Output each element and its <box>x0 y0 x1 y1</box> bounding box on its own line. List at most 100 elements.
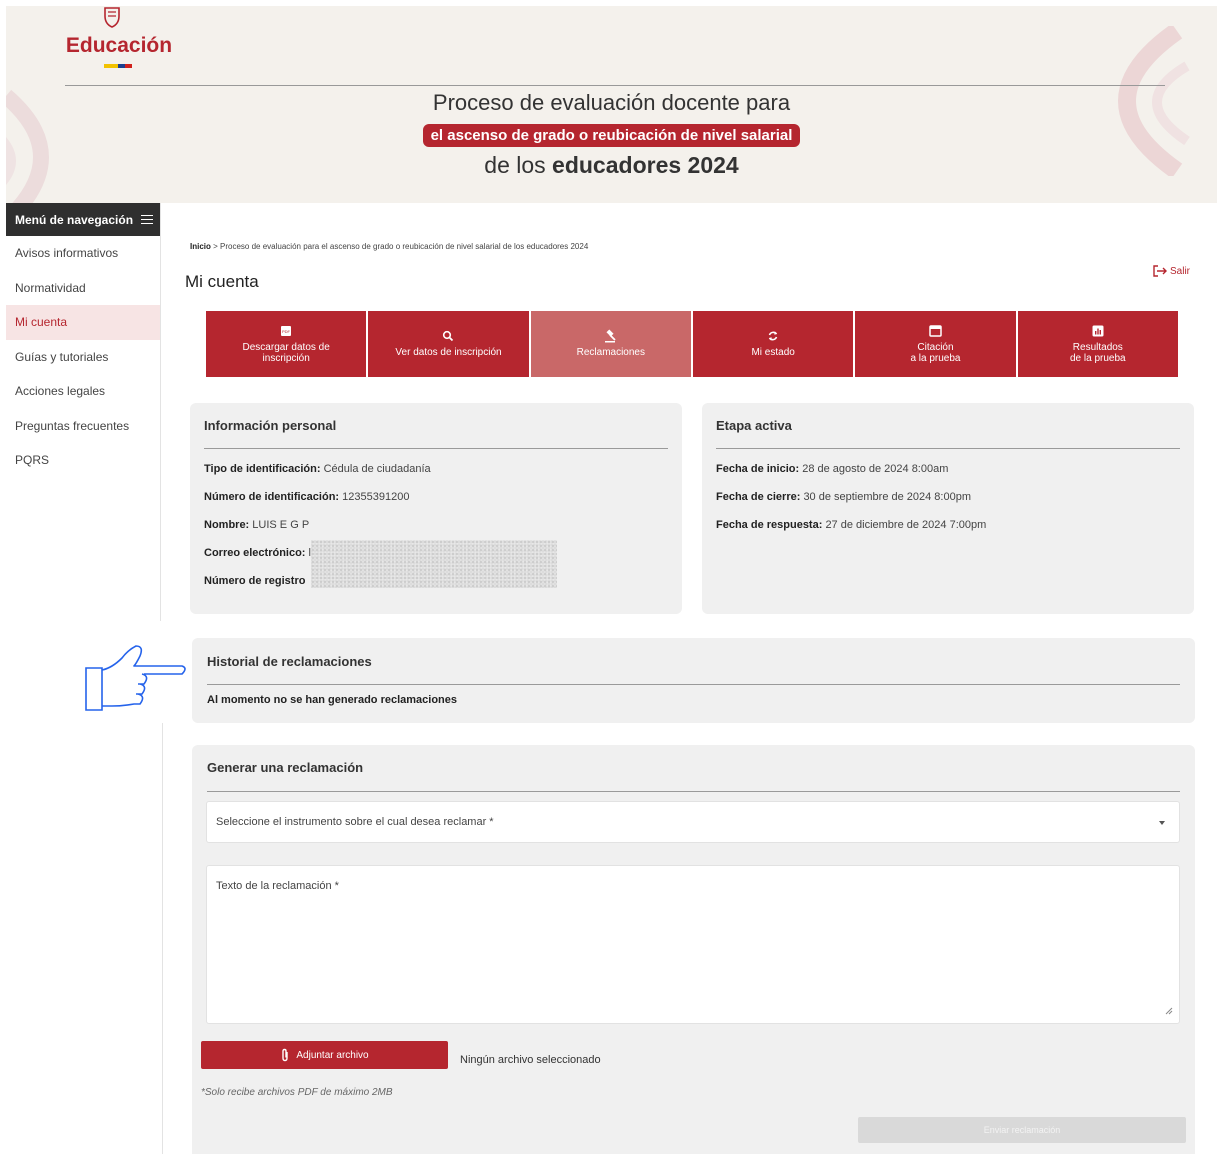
svg-text:PDF: PDF <box>282 329 291 334</box>
sidebar-item-acciones-legales[interactable]: Acciones legales <box>6 374 160 409</box>
tab-label-line1: Reclamaciones <box>576 347 645 359</box>
header-title-highlight: el ascenso de grado o reubicación de niv… <box>422 124 801 147</box>
logout-label: Salir <box>1170 265 1191 277</box>
sidebar-item-avisos[interactable]: Avisos informativos <box>6 236 160 271</box>
breadcrumb-separator: > <box>213 242 218 251</box>
attach-file-label: Adjuntar archivo <box>296 1049 369 1061</box>
field-correo: Correo electrónico: l <box>204 547 311 559</box>
personal-info-title: Información personal <box>204 418 337 433</box>
pointing-hand-icon <box>85 645 186 711</box>
header-banner: Educación Proceso de evaluación docente … <box>6 6 1217 203</box>
brand-name: Educación <box>65 34 173 57</box>
tab-mi-estado[interactable]: Mi estado <box>692 311 854 377</box>
logout-button[interactable]: Salir <box>1153 265 1190 277</box>
new-claim-title: Generar una reclamación <box>207 760 364 775</box>
field-label: Fecha de inicio: <box>716 463 800 475</box>
header-title-line3: de los educadores 2024 <box>6 152 1217 179</box>
instrument-select-placeholder: Seleccione el instrumento sobre el cual … <box>216 816 494 828</box>
field-label: Fecha de respuesta: <box>716 519 823 531</box>
redacted-info-overlay <box>311 540 557 588</box>
sidebar-item-preguntas[interactable]: Preguntas frecuentes <box>6 409 160 444</box>
sidebar-border <box>160 203 161 621</box>
header-divider <box>65 85 1165 86</box>
tab-label-line1: Mi estado <box>751 347 795 359</box>
claims-history-divider <box>207 684 1180 685</box>
pdf-icon: PDF <box>279 324 293 338</box>
tab-citacion[interactable]: Citación a la prueba <box>855 311 1016 377</box>
sidebar-item-guias[interactable]: Guías y tutoriales <box>6 340 160 375</box>
tab-label-line1: Citación <box>917 341 954 353</box>
active-stage-title: Etapa activa <box>716 418 792 433</box>
instrument-select[interactable]: Seleccione el instrumento sobre el cual … <box>206 801 1180 843</box>
file-hint: *Solo recibe archivos PDF de máximo 2MB <box>201 1087 393 1098</box>
header-title-line1: Proceso de evaluación docente para <box>432 90 791 115</box>
hamburger-icon[interactable] <box>141 215 154 224</box>
field-fecha-cierre: Fecha de cierre: 30 de septiembre de 202… <box>716 491 971 503</box>
field-value: 27 de diciembre de 2024 7:00pm <box>825 519 987 531</box>
field-value: 28 de agosto de 2024 8:00am <box>802 463 949 475</box>
gavel-icon <box>604 329 618 343</box>
refresh-icon <box>766 329 780 343</box>
active-stage-divider <box>716 448 1180 449</box>
claim-text-field[interactable]: Texto de la reclamación * <box>206 865 1180 1024</box>
nav-menu-title: Menú de navegación <box>15 212 134 227</box>
resize-handle-icon[interactable] <box>1165 1007 1173 1015</box>
field-tipo-identificacion: Tipo de identificación: Cédula de ciudad… <box>204 463 431 475</box>
paperclip-icon <box>282 1048 289 1062</box>
claims-history-title: Historial de reclamaciones <box>207 654 372 669</box>
claim-text-placeholder: Texto de la reclamación * <box>216 880 339 892</box>
attach-file-button[interactable]: Adjuntar archivo <box>201 1041 448 1069</box>
tab-resultados[interactable]: Resultados de la prueba <box>1017 311 1178 377</box>
education-logo[interactable]: Educación <box>64 6 184 76</box>
field-label: Tipo de identificación: <box>204 463 321 475</box>
tab-label-line2: a la prueba <box>910 353 961 364</box>
search-icon <box>441 329 455 343</box>
no-file-status: Ningún archivo seleccionado <box>460 1054 601 1066</box>
tab-label-line1: Descargar datos de <box>242 341 330 353</box>
chart-icon <box>1091 324 1105 338</box>
field-fecha-respuesta: Fecha de respuesta: 27 de diciembre de 2… <box>716 519 986 531</box>
sidebar-item-normatividad[interactable]: Normatividad <box>6 271 160 306</box>
chevron-down-icon <box>1159 821 1165 825</box>
tab-label-line2: inscripción <box>262 353 310 364</box>
nav-menu-toggle[interactable]: Menú de navegación <box>6 203 160 236</box>
field-label: Fecha de cierre: <box>716 491 801 503</box>
field-numero-identificacion: Número de identificación: 12355391200 <box>204 491 409 503</box>
breadcrumb-current: Proceso de evaluación para el ascenso de… <box>220 242 589 251</box>
field-value: LUIS E G P <box>252 519 310 531</box>
submit-claim-button[interactable]: Enviar reclamación <box>858 1117 1186 1143</box>
tab-ver-datos[interactable]: Ver datos de inscripción <box>368 311 529 377</box>
tab-label-line1: Resultados <box>1072 341 1123 353</box>
sidebar-border-lower <box>162 723 163 1154</box>
breadcrumb: Inicio > Proceso de evaluación para el a… <box>190 242 588 251</box>
header-title-line3-prefix: de los <box>484 152 546 178</box>
header-title-line3-bold: educadores 2024 <box>552 152 739 178</box>
active-stage-card <box>702 403 1194 614</box>
field-label: Correo electrónico: <box>204 547 306 559</box>
tab-label-line2: de la prueba <box>1070 353 1126 364</box>
page-title: Mi cuenta <box>185 272 259 291</box>
field-label: Número de registro <box>204 575 306 587</box>
field-label: Número de identificación: <box>204 491 340 503</box>
new-claim-divider <box>207 791 1180 792</box>
calendar-icon <box>928 324 942 338</box>
coat-of-arms-icon <box>104 7 120 28</box>
account-tabs: PDF Descargar datos de inscripción Ver d… <box>206 311 1178 377</box>
logout-icon <box>1153 265 1167 277</box>
claims-history-empty: Al momento no se han generado reclamacio… <box>207 694 458 706</box>
breadcrumb-home[interactable]: Inicio <box>190 242 211 251</box>
colombia-flag-stripe <box>104 64 132 68</box>
field-value: Cédula de ciudadanía <box>323 463 431 475</box>
field-numero-registro: Número de registro <box>204 575 305 587</box>
tab-label-line1: Ver datos de inscripción <box>395 347 502 359</box>
tab-descargar-datos[interactable]: PDF Descargar datos de inscripción <box>206 311 367 377</box>
personal-info-divider <box>204 448 668 449</box>
field-label: Nombre: <box>204 519 250 531</box>
sidebar-item-pqrs[interactable]: PQRS <box>6 443 160 478</box>
field-nombre: Nombre: LUIS E G P <box>204 519 309 531</box>
tab-reclamaciones[interactable]: Reclamaciones <box>530 311 691 377</box>
claims-history-card <box>192 638 1195 723</box>
sidebar-item-mi-cuenta[interactable]: Mi cuenta <box>6 305 160 340</box>
field-value: 12355391200 <box>342 491 410 503</box>
field-fecha-inicio: Fecha de inicio: 28 de agosto de 2024 8:… <box>716 463 948 475</box>
